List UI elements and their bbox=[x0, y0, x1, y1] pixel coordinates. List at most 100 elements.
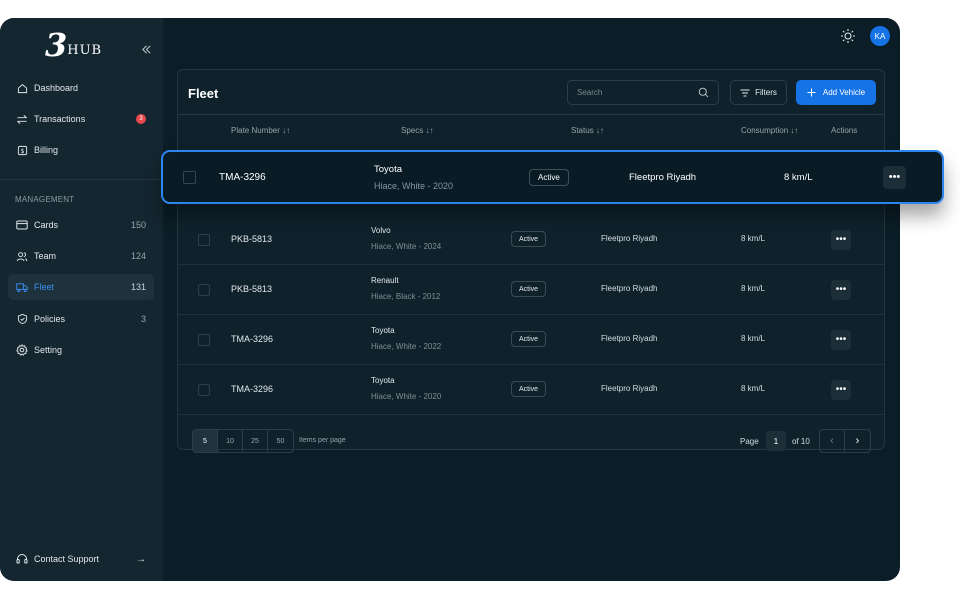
sidebar-item-team[interactable]: Team 124 bbox=[8, 243, 154, 269]
logo: 3 HUB bbox=[45, 26, 102, 62]
per-page-option[interactable]: 5 bbox=[193, 430, 218, 452]
add-vehicle-button[interactable]: Add Vehicle bbox=[796, 80, 876, 105]
plus-icon bbox=[807, 88, 816, 97]
row-checkbox[interactable] bbox=[198, 384, 210, 396]
sidebar-item-label: Fleet bbox=[34, 282, 55, 292]
plate-number: PKB-5813 bbox=[231, 284, 273, 294]
header-divider bbox=[178, 114, 884, 115]
home-icon bbox=[16, 82, 28, 94]
vehicle-spec: Hiace, White - 2020 bbox=[374, 181, 454, 191]
vehicle-consumption: 8 km/L bbox=[784, 172, 813, 183]
current-page-input[interactable]: 1 bbox=[766, 431, 786, 451]
row-checkbox[interactable] bbox=[198, 234, 210, 246]
vehicle-spec: Hiace, Black - 2012 bbox=[371, 292, 441, 301]
column-header-consumption[interactable]: Consumption ↓↑ bbox=[741, 126, 798, 135]
vehicle-make: Toyota bbox=[371, 376, 395, 385]
filters-button[interactable]: Filters bbox=[730, 80, 787, 105]
table-row[interactable]: PKB-5813 Renault Hiace, Black - 2012 Act… bbox=[178, 265, 884, 315]
column-header-plate[interactable]: Plate Number ↓↑ bbox=[231, 126, 290, 135]
row-checkbox[interactable] bbox=[198, 334, 210, 346]
user-avatar[interactable]: KA bbox=[870, 26, 890, 46]
sidebar-item-count: 124 bbox=[130, 251, 146, 261]
table-row[interactable]: PKB-5813 Volvo Hiace, White - 2024 Activ… bbox=[178, 215, 884, 265]
prev-page-button[interactable]: ‹ bbox=[820, 430, 845, 452]
sidebar-item-count: 3 bbox=[140, 314, 146, 324]
logo-text: HUB bbox=[67, 43, 103, 58]
sidebar-divider bbox=[0, 179, 163, 180]
vehicle-location: Fleetpro Riyadh bbox=[601, 334, 658, 343]
shield-check-icon bbox=[16, 313, 28, 325]
sidebar-item-cards[interactable]: Cards 150 bbox=[8, 212, 154, 238]
fleet-card: Fleet Filters Add Vehicle Plate Number ↓… bbox=[177, 69, 885, 453]
column-header-specs[interactable]: Specs ↓↑ bbox=[401, 126, 433, 135]
search-input[interactable] bbox=[577, 88, 698, 97]
status-badge: Active bbox=[511, 231, 547, 247]
column-header-status[interactable]: Status ↓↑ bbox=[571, 126, 604, 135]
vehicle-spec: Hiace, White - 2024 bbox=[371, 242, 442, 251]
sidebar-item-fleet[interactable]: Fleet 131 bbox=[8, 274, 154, 300]
per-page-option[interactable]: 50 bbox=[268, 430, 293, 452]
chevrons-left-icon bbox=[142, 45, 151, 54]
sidebar-item-label: Policies bbox=[34, 314, 66, 324]
column-header-label: Status ↓↑ bbox=[571, 126, 604, 135]
row-actions-button[interactable]: ••• bbox=[831, 330, 851, 350]
sidebar-item-policies[interactable]: Policies 3 bbox=[8, 306, 154, 332]
row-actions-button[interactable]: ••• bbox=[831, 230, 851, 250]
plate-number: PKB-5813 bbox=[231, 234, 273, 244]
sidebar-item-setting[interactable]: Setting bbox=[8, 337, 154, 363]
svg-text:$: $ bbox=[20, 146, 24, 154]
vehicle-consumption: 8 km/L bbox=[741, 234, 766, 243]
sidebar-item-billing[interactable]: $ Billing bbox=[8, 137, 154, 163]
page-label: Page bbox=[740, 437, 759, 446]
arrow-right-icon: → bbox=[136, 553, 146, 565]
vehicle-make: Toyota bbox=[371, 326, 395, 335]
search-icon bbox=[698, 87, 709, 98]
items-per-page-selector: 5 10 25 50 bbox=[192, 429, 294, 453]
vehicle-consumption: 8 km/L bbox=[741, 284, 766, 293]
vehicle-location: Fleetpro Riyadh bbox=[601, 284, 658, 293]
theme-toggle-button[interactable] bbox=[840, 28, 856, 44]
collapse-sidebar-button[interactable] bbox=[141, 43, 152, 57]
table-row-highlighted[interactable]: TMA-3296 Toyota Hiace, White - 2020 Acti… bbox=[161, 150, 944, 204]
contact-support-label: Contact Support bbox=[34, 554, 100, 564]
row-checkbox[interactable] bbox=[183, 171, 196, 184]
sun-icon bbox=[841, 29, 855, 43]
notification-badge: 3 bbox=[136, 114, 146, 124]
vehicle-location: Fleetpro Riyadh bbox=[629, 172, 697, 183]
vehicle-make: Renault bbox=[371, 276, 399, 285]
credit-card-icon bbox=[16, 219, 28, 231]
arrows-exchange-icon bbox=[16, 113, 28, 125]
per-page-option[interactable]: 10 bbox=[218, 430, 243, 452]
section-label-management: MANAGEMENT bbox=[15, 195, 75, 204]
filters-label: Filters bbox=[755, 88, 777, 97]
vehicle-spec: Hiace, White - 2020 bbox=[371, 392, 442, 401]
dollar-receipt-icon: $ bbox=[16, 144, 28, 156]
total-pages-label: of 10 bbox=[792, 437, 810, 446]
gear-icon bbox=[16, 344, 28, 356]
vehicle-spec: Hiace, White - 2022 bbox=[371, 342, 442, 351]
sidebar-item-transactions[interactable]: Transactions 3 bbox=[8, 106, 154, 132]
row-checkbox[interactable] bbox=[198, 284, 210, 296]
column-header-actions: Actions bbox=[831, 126, 857, 135]
truck-icon bbox=[16, 281, 28, 293]
next-page-button[interactable]: › bbox=[845, 430, 870, 452]
per-page-option[interactable]: 25 bbox=[243, 430, 268, 452]
page-title: Fleet bbox=[188, 86, 219, 101]
table-row[interactable]: TMA-3296 Toyota Hiace, White - 2022 Acti… bbox=[178, 315, 884, 365]
search-box[interactable] bbox=[567, 80, 719, 105]
vehicle-consumption: 8 km/L bbox=[741, 334, 766, 343]
items-per-page-label: Items per page bbox=[299, 437, 346, 444]
row-actions-button[interactable]: ••• bbox=[831, 380, 851, 400]
contact-support-link[interactable]: Contact Support → bbox=[8, 546, 154, 572]
column-header-label: Specs ↓↑ bbox=[401, 126, 434, 135]
users-icon bbox=[16, 250, 28, 262]
sidebar-item-dashboard[interactable]: Dashboard bbox=[8, 75, 154, 101]
row-actions-button[interactable]: ••• bbox=[883, 166, 906, 189]
app-window: 3 HUB Dashboard Transactions 3 $ Billing… bbox=[0, 18, 900, 581]
sidebar-item-count: 131 bbox=[130, 282, 146, 292]
sidebar-item-label: Setting bbox=[34, 345, 63, 355]
table-row[interactable]: TMA-3296 Toyota Hiace, White - 2020 Acti… bbox=[178, 365, 884, 415]
row-actions-button[interactable]: ••• bbox=[831, 280, 851, 300]
plate-number: TMA-3296 bbox=[219, 172, 266, 183]
sidebar-item-label: Billing bbox=[34, 145, 59, 155]
